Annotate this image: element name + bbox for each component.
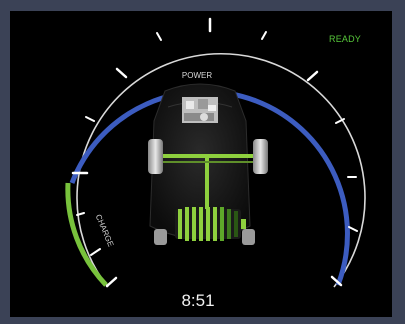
wheel-front-left bbox=[148, 139, 163, 174]
wheel-rear-left bbox=[154, 229, 167, 245]
wheel-front-right bbox=[253, 139, 268, 174]
engine-icon bbox=[182, 97, 218, 123]
battery-icon bbox=[175, 207, 246, 241]
power-label: POWER bbox=[181, 71, 213, 80]
ready-indicator: READY bbox=[329, 34, 362, 44]
clock-time: 8:51 bbox=[181, 291, 215, 310]
dashboard-bezel: READY POWER CHARGE 8:51 bbox=[0, 0, 405, 324]
gauge-graphic bbox=[65, 17, 366, 288]
vehicle-top-view bbox=[148, 83, 268, 245]
wheel-rear-right bbox=[242, 229, 255, 245]
hybrid-energy-monitor-screen: READY POWER CHARGE 8:51 bbox=[10, 11, 392, 317]
